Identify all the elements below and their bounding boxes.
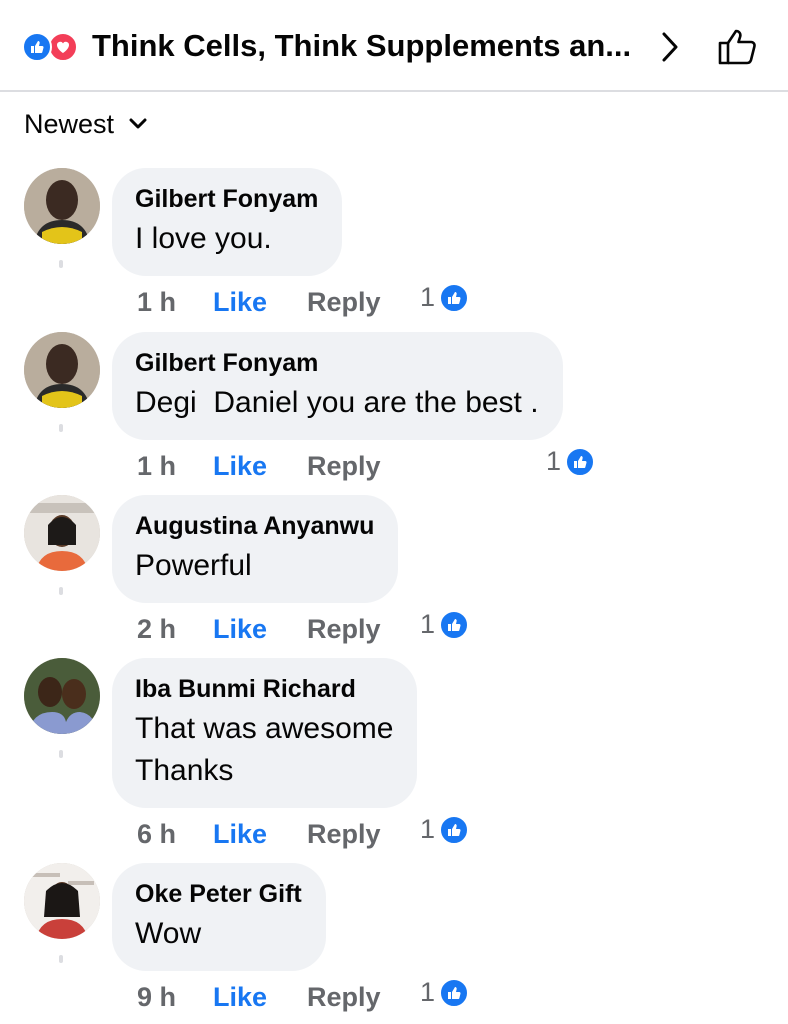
reaction-count[interactable]: 1: [546, 446, 596, 477]
like-button[interactable]: Like: [213, 819, 307, 850]
reply-button[interactable]: Reply: [307, 614, 381, 645]
comment-author[interactable]: Gilbert Fonyam: [135, 184, 318, 214]
post-header: Think Cells, Think Supplements an...: [0, 0, 788, 92]
reply-button[interactable]: Reply: [307, 287, 381, 318]
love-reaction-icon: [48, 32, 78, 62]
sort-dropdown[interactable]: Newest: [24, 106, 148, 142]
avatar[interactable]: [24, 863, 100, 939]
reaction-count-value: 1: [420, 814, 436, 844]
reaction-count-value: 1: [420, 609, 436, 639]
thread-line: [59, 955, 63, 963]
comment-actions: 2 h Like Reply: [137, 612, 381, 646]
like-reaction-icon: [439, 282, 470, 313]
comment-time[interactable]: 2 h: [137, 614, 213, 645]
comment-time[interactable]: 6 h: [137, 819, 213, 850]
post-title[interactable]: Think Cells, Think Supplements an...: [92, 26, 652, 66]
comment-actions: 9 h Like Reply: [137, 980, 381, 1014]
like-reaction-icon: [439, 814, 470, 845]
reply-button[interactable]: Reply: [307, 819, 381, 850]
chevron-down-icon: [129, 118, 147, 129]
comment-bubble[interactable]: Iba Bunmi Richard That was awesome Thank…: [112, 658, 418, 808]
comment-bubble[interactable]: Gilbert Fonyam I love you.: [112, 168, 343, 276]
thread-line: [59, 750, 63, 758]
reaction-count[interactable]: 1: [420, 282, 470, 313]
avatar[interactable]: [24, 168, 100, 244]
reaction-summary[interactable]: [22, 32, 84, 62]
comment-author[interactable]: Oke Peter Gift: [135, 879, 302, 909]
like-button[interactable]: Like: [213, 451, 307, 482]
avatar[interactable]: [24, 332, 100, 408]
comment-actions: 1 h Like Reply: [137, 449, 381, 483]
comment-text: Wow: [135, 917, 202, 950]
reaction-count[interactable]: 1: [420, 977, 470, 1008]
thread-line: [59, 587, 63, 595]
reply-button[interactable]: Reply: [307, 451, 381, 482]
like-reaction-icon: [22, 32, 52, 62]
reply-button[interactable]: Reply: [307, 982, 381, 1013]
comment-bubble[interactable]: Gilbert Fonyam Degi Daniel you are the b…: [112, 332, 563, 440]
comment-author[interactable]: Gilbert Fonyam: [135, 348, 539, 378]
like-reaction-icon: [565, 446, 596, 477]
comment-time[interactable]: 9 h: [137, 982, 213, 1013]
comment-text: That was awesome Thanks: [135, 712, 394, 787]
like-button[interactable]: Like: [213, 982, 307, 1013]
thumbs-up-outline-icon[interactable]: [716, 27, 758, 67]
like-button[interactable]: Like: [213, 614, 307, 645]
chevron-right-icon[interactable]: [658, 30, 682, 64]
like-reaction-icon: [439, 977, 470, 1008]
comment-bubble[interactable]: Augustina Anyanwu Powerful: [112, 495, 399, 603]
reaction-count-value: 1: [420, 977, 436, 1007]
comment-actions: 1 h Like Reply: [137, 285, 381, 319]
avatar[interactable]: [24, 495, 100, 571]
comment-bubble[interactable]: Oke Peter Gift Wow: [112, 863, 326, 971]
thread-line: [59, 260, 63, 268]
like-reaction-icon: [439, 609, 470, 640]
thread-line: [59, 424, 63, 432]
reaction-count-value: 1: [546, 446, 562, 476]
comment-text: Degi Daniel you are the best .: [135, 386, 539, 419]
reaction-count[interactable]: 1: [420, 814, 470, 845]
comment-author[interactable]: Augustina Anyanwu: [135, 511, 374, 541]
sort-label: Newest: [24, 108, 115, 139]
reaction-count-value: 1: [420, 282, 436, 312]
comment-text: I love you.: [135, 222, 272, 255]
comment-time[interactable]: 1 h: [137, 287, 213, 318]
comment-actions: 6 h Like Reply: [137, 817, 381, 851]
comment-time[interactable]: 1 h: [137, 451, 213, 482]
avatar[interactable]: [24, 658, 100, 734]
like-button[interactable]: Like: [213, 287, 307, 318]
comment-author[interactable]: Iba Bunmi Richard: [135, 674, 393, 704]
comment-text: Powerful: [135, 549, 252, 582]
reaction-count[interactable]: 1: [420, 609, 470, 640]
